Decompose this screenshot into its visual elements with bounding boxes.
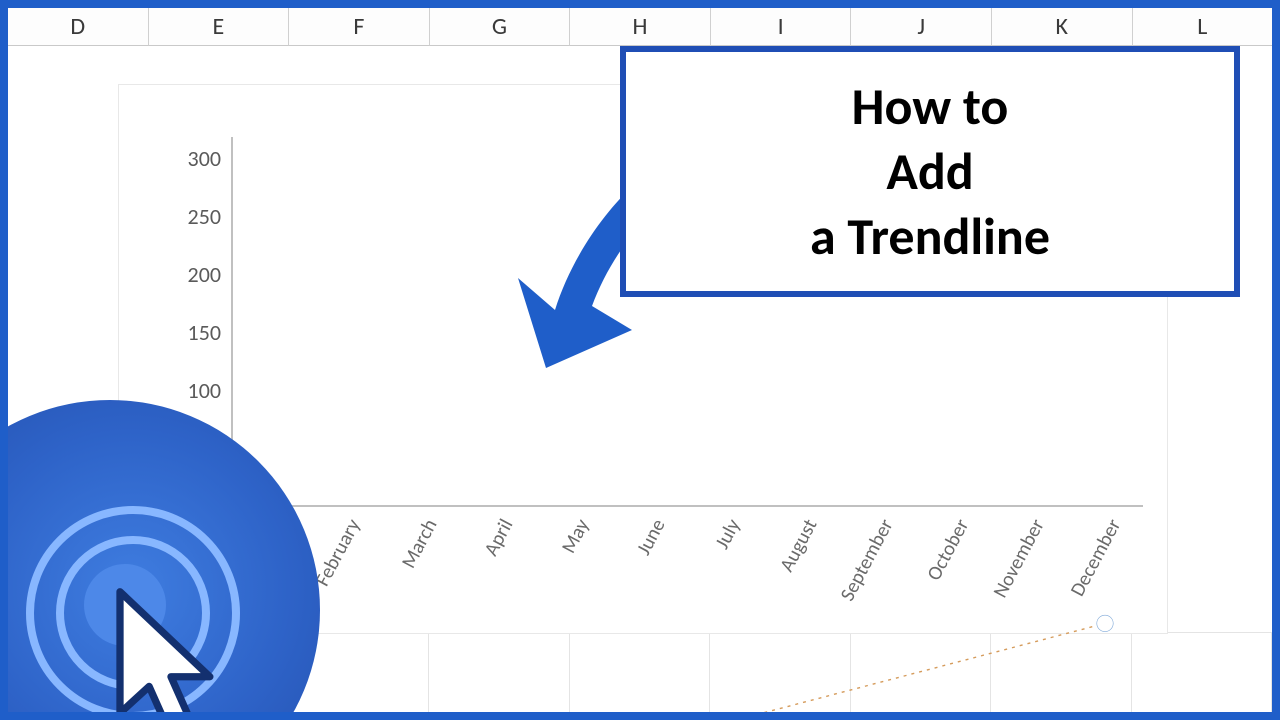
cursor-icon — [96, 582, 246, 720]
column-header-L[interactable]: L — [1133, 8, 1273, 46]
x-tick-label: September — [839, 507, 915, 625]
x-tick-label: June — [611, 507, 687, 625]
y-tick-label: 200 — [149, 264, 227, 286]
y-tick-label: 150 — [149, 322, 227, 344]
callout-line-1: How to — [852, 74, 1009, 138]
x-tick-label: August — [763, 507, 839, 625]
column-header-I[interactable]: I — [711, 8, 852, 46]
column-header-K[interactable]: K — [992, 8, 1133, 46]
x-tick-label: March — [383, 507, 459, 625]
x-tick-label: October — [915, 507, 991, 625]
chart-x-axis-line — [231, 505, 1143, 507]
x-tick-label: November — [991, 507, 1067, 625]
brand-click-logo-icon — [0, 400, 320, 720]
callout-line-3: a Trendline — [810, 204, 1050, 268]
chart-x-axis-labels: JanuaryFebruaryMarchAprilMayJuneJulyAugu… — [231, 507, 1143, 625]
column-header-J[interactable]: J — [851, 8, 992, 46]
x-tick-label: July — [687, 507, 763, 625]
column-header-E[interactable]: E — [149, 8, 290, 46]
x-tick-label: December — [1067, 507, 1143, 625]
y-tick-label: 250 — [149, 206, 227, 228]
column-header-G[interactable]: G — [430, 8, 571, 46]
y-tick-label: 300 — [149, 148, 227, 170]
spreadsheet-column-headers: DEFGHIJKL — [8, 8, 1272, 46]
callout-line-2: Add — [886, 139, 973, 203]
column-header-D[interactable]: D — [8, 8, 149, 46]
x-tick-label: May — [535, 507, 611, 625]
x-tick-label: April — [459, 507, 535, 625]
column-header-H[interactable]: H — [570, 8, 711, 46]
column-header-F[interactable]: F — [289, 8, 430, 46]
title-callout-box: How to Add a Trendline — [620, 46, 1240, 297]
y-tick-label: 100 — [149, 380, 227, 402]
